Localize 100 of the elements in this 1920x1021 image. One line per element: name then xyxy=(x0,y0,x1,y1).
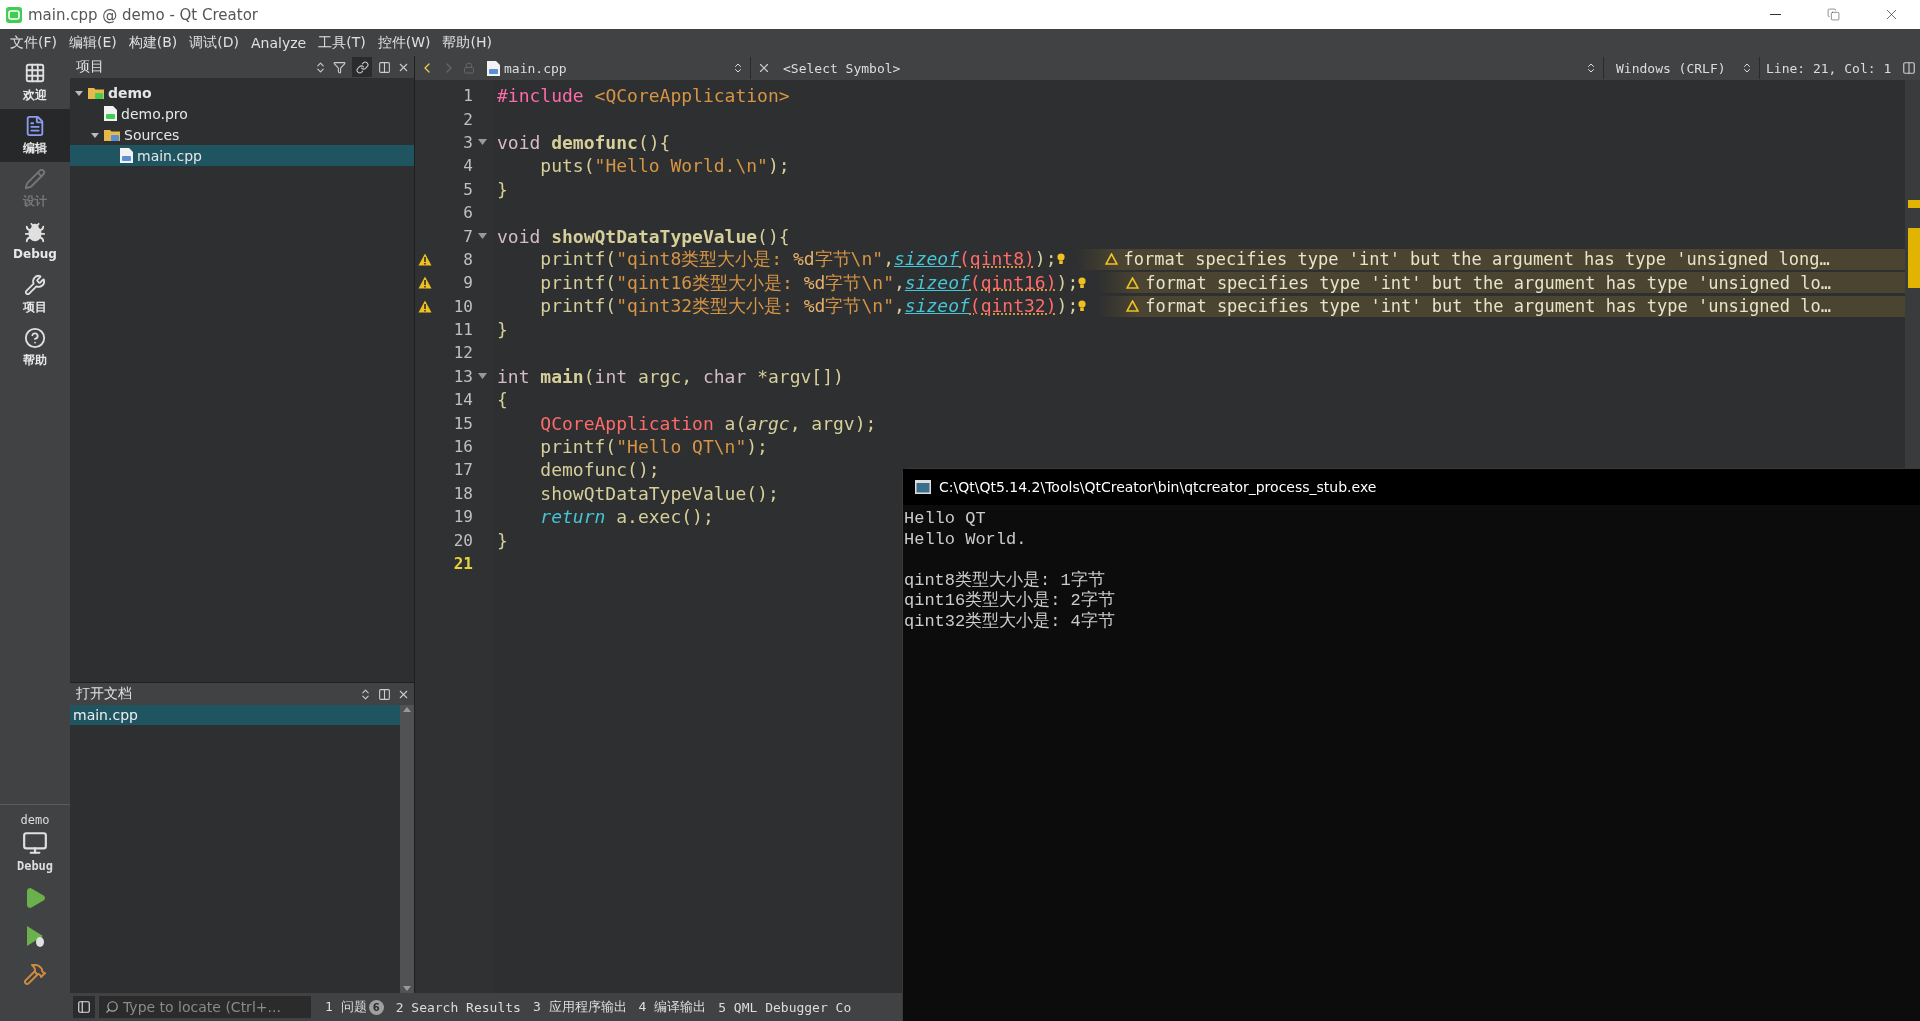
lightbulb-icon[interactable] xyxy=(1078,300,1087,313)
output-pane-tab[interactable]: 3 应用程序输出 xyxy=(526,994,633,1020)
link-icon xyxy=(355,60,369,74)
code-line: void showQtDataTypeValue(){ xyxy=(497,225,790,247)
line-number: 13 xyxy=(452,366,473,386)
sidebar-icon xyxy=(77,1000,91,1014)
folder-icon xyxy=(88,85,104,100)
line-number: 1 xyxy=(462,86,473,106)
console-icon xyxy=(915,480,931,494)
restore-icon xyxy=(1826,8,1840,21)
warning-icon xyxy=(418,252,432,266)
code-line: demofunc(); xyxy=(539,459,660,481)
close-file-icon[interactable] xyxy=(757,61,771,75)
menu-item[interactable]: 文件(F) xyxy=(4,29,63,56)
document-icon xyxy=(24,114,46,137)
line-number: 5 xyxy=(462,179,473,199)
code-line: puts("Hello World.\n"); xyxy=(539,155,790,177)
cursor-position[interactable]: Line: 21, Col: 1 xyxy=(1766,60,1896,76)
mode-button[interactable]: 项目 xyxy=(0,268,70,321)
locator-field[interactable]: Type to locate (Ctrl+... xyxy=(99,996,311,1018)
line-number: 18 xyxy=(452,483,473,503)
search-icon xyxy=(105,1000,119,1014)
line-number: 21 xyxy=(452,554,473,573)
code-line: printf("Hello QT\n"); xyxy=(539,436,768,458)
sort-icon[interactable] xyxy=(359,687,372,701)
document-item[interactable]: main.cpp xyxy=(70,705,400,725)
minimize-icon xyxy=(1769,14,1781,15)
sort-icon[interactable] xyxy=(314,60,327,74)
output-pane-tab[interactable]: 4 编译输出 xyxy=(632,994,713,1020)
warning-icon xyxy=(1126,276,1140,289)
split-icon[interactable] xyxy=(378,687,391,701)
tree-item[interactable]: Sources xyxy=(70,124,414,145)
app-logo-icon xyxy=(6,6,22,23)
warning-text: format specifies type 'int' but the argument has type 'unsigned lo… xyxy=(1145,296,1831,317)
code-line: } xyxy=(497,529,508,551)
console-output-line: Hello World. xyxy=(904,529,1027,550)
warning-icon xyxy=(418,299,432,313)
menu-item[interactable]: 工具(T) xyxy=(312,29,372,56)
output-pane-tab[interactable]: 2 Search Results xyxy=(389,994,527,1020)
updown-icon xyxy=(732,62,744,74)
line-number: 6 xyxy=(462,203,473,223)
fold-caret-icon[interactable] xyxy=(477,232,487,240)
tree-item[interactable]: demo.pro xyxy=(70,103,414,124)
console-output-line: Hello QT xyxy=(904,509,986,530)
fold-caret-icon[interactable] xyxy=(477,138,487,146)
code-line: } xyxy=(497,178,508,200)
warning-icon xyxy=(1126,300,1140,313)
file-icon xyxy=(487,60,500,76)
mode-button[interactable]: Debug xyxy=(0,215,70,268)
menu-item[interactable]: 帮助(H) xyxy=(436,29,498,56)
filter-icon[interactable] xyxy=(333,60,346,74)
menu-item[interactable]: 控件(W) xyxy=(371,29,437,56)
warning-text: format specifies type 'int' but the argument has type 'unsigned long… xyxy=(1123,249,1830,270)
lightbulb-icon[interactable] xyxy=(1056,253,1065,266)
panel-title: 打开文档 xyxy=(75,685,133,703)
scrollbar[interactable] xyxy=(400,705,414,993)
folder-icon xyxy=(104,127,120,142)
mode-button[interactable]: 帮助 xyxy=(0,321,70,374)
output-pane-tab[interactable]: 1 问题 6 xyxy=(319,994,390,1020)
mode-button[interactable]: 编辑 xyxy=(0,109,70,162)
line-number: 7 xyxy=(462,226,473,246)
line-ending-selector[interactable]: Windows (CRLF) xyxy=(1610,57,1760,79)
line-number: 17 xyxy=(452,460,473,480)
tree-item[interactable]: main.cpp xyxy=(70,145,414,166)
console-output-line: qint32类型大小是: 4字节 xyxy=(904,611,1115,632)
mode-button[interactable]: 欢迎 xyxy=(0,56,70,109)
panel-title: 项目 xyxy=(75,58,105,76)
line-number: 4 xyxy=(462,156,473,176)
tree-item[interactable]: demo xyxy=(70,82,414,103)
menu-item[interactable]: 调试(D) xyxy=(183,29,245,56)
menu-item[interactable]: Analyze xyxy=(245,29,313,56)
link-button[interactable] xyxy=(352,57,372,77)
file-selector[interactable]: main.cpp xyxy=(481,57,751,79)
code-line: #include <QCoreApplication> xyxy=(497,85,790,107)
code-line: printf("qint32类型大小是: %d字节\n",sizeof(qint32)); xyxy=(539,294,1079,319)
fold-caret-icon[interactable] xyxy=(477,372,487,380)
console-title: C:\Qt\Qt5.14.2\Tools\QtCreator\bin\qtcreator_process_stub.exe xyxy=(939,479,1377,495)
symbol-selector[interactable]: <Select Symbol> xyxy=(777,57,1604,79)
file-icon xyxy=(104,106,117,121)
line-number: 12 xyxy=(452,343,473,363)
hammer-icon xyxy=(23,962,47,986)
line-number: 8 xyxy=(462,249,473,269)
console-output-line: qint16类型大小是: 2字节 xyxy=(904,591,1115,611)
line-number: 19 xyxy=(452,507,473,527)
code-line: int main(int argc, char *argv[]) xyxy=(497,365,844,387)
sidebar-toggle-button[interactable] xyxy=(73,996,95,1018)
split-icon[interactable] xyxy=(1902,61,1916,75)
split-icon[interactable] xyxy=(378,60,391,74)
bug-icon xyxy=(24,222,46,244)
lightbulb-icon[interactable] xyxy=(1078,276,1087,289)
output-pane-tab[interactable]: 5 QML Debugger Co xyxy=(712,994,858,1020)
count-badge: 6 xyxy=(368,999,384,1015)
menu-item[interactable]: 编辑(E) xyxy=(63,29,123,56)
code-line: void demofunc(){ xyxy=(497,131,671,153)
code-line: showQtDataTypeValue(); xyxy=(539,482,779,504)
help-icon xyxy=(24,326,46,349)
menu-item[interactable]: 构建(B) xyxy=(122,29,184,56)
warning-icon xyxy=(1104,253,1118,266)
pencil-icon xyxy=(24,167,46,190)
code-line: printf("qint16类型大小是: %d字节\n",sizeof(qint16)); xyxy=(539,270,1079,295)
